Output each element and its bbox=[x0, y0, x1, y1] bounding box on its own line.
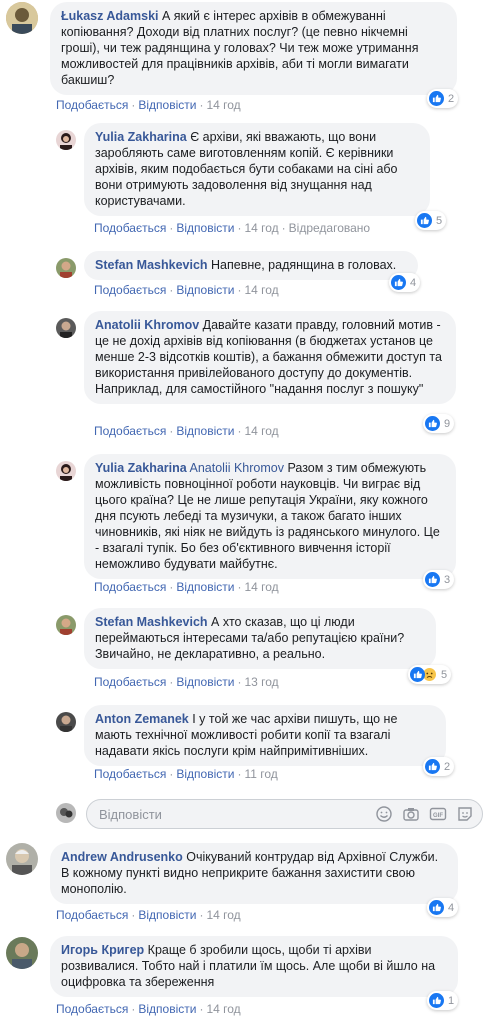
comment-author[interactable]: Łukasz Adamski bbox=[61, 9, 159, 23]
reply-button[interactable]: Відповісти bbox=[176, 283, 234, 297]
like-button[interactable]: Подобається bbox=[56, 98, 128, 112]
avatar[interactable] bbox=[6, 937, 38, 969]
comment-actions: Подобається · Відповісти · 14 год bbox=[94, 580, 279, 594]
reaction-count[interactable]: 3 bbox=[423, 570, 455, 589]
reply-button[interactable]: Відповісти bbox=[176, 675, 234, 689]
comment-author[interactable]: Игорь Кригер bbox=[61, 943, 144, 957]
comment-actions: Подобається · Відповісти · 14 год bbox=[56, 1002, 241, 1016]
like-button[interactable]: Подобається bbox=[94, 580, 166, 594]
timestamp[interactable]: 14 год bbox=[206, 1002, 240, 1016]
like-button[interactable]: Подобається bbox=[94, 767, 166, 781]
like-button[interactable]: Подобається bbox=[94, 221, 166, 235]
comment-bubble: Stefan Mashkevich А хто сказав, що ці лю… bbox=[84, 608, 436, 669]
reaction-count[interactable]: 4 bbox=[427, 898, 459, 917]
timestamp[interactable]: 14 год bbox=[244, 221, 278, 235]
comment-author[interactable]: Stefan Mashkevich bbox=[95, 258, 208, 272]
avatar[interactable] bbox=[56, 615, 76, 635]
comment-author[interactable]: Stefan Mashkevich bbox=[95, 615, 208, 629]
comment-bubble: Игорь Кригер Краще б зробили щось, щоби … bbox=[50, 936, 458, 997]
avatar[interactable] bbox=[56, 461, 76, 481]
timestamp[interactable]: 13 год bbox=[244, 675, 278, 689]
comment-author[interactable]: Yulia Zakharina bbox=[95, 130, 187, 144]
comment-text: Разом з тим обмежують можливість повноці… bbox=[95, 461, 440, 571]
like-icon bbox=[429, 900, 444, 915]
reply-button[interactable]: Відповісти bbox=[176, 424, 234, 438]
timestamp[interactable]: 14 год bbox=[244, 283, 278, 297]
avatar[interactable] bbox=[56, 712, 76, 732]
svg-text:GIF: GIF bbox=[433, 813, 443, 819]
reaction-count[interactable]: 5 bbox=[408, 665, 452, 684]
timestamp[interactable]: 11 год bbox=[244, 767, 277, 781]
like-button[interactable]: Подобається bbox=[56, 908, 128, 922]
like-icon bbox=[391, 275, 406, 290]
comment-author[interactable]: Anatolii Khromov bbox=[95, 318, 199, 332]
like-icon bbox=[425, 416, 440, 431]
avatar[interactable] bbox=[56, 130, 76, 150]
avatar[interactable] bbox=[6, 2, 38, 34]
reaction-count[interactable]: 5 bbox=[415, 211, 447, 230]
like-button[interactable]: Подобається bbox=[94, 675, 166, 689]
timestamp[interactable]: 14 год bbox=[244, 424, 278, 438]
reaction-count[interactable]: 9 bbox=[423, 414, 455, 433]
like-button[interactable]: Подобається bbox=[94, 424, 166, 438]
comment-actions: Подобається · Відповісти · 14 год bbox=[56, 98, 241, 112]
comment-bubble: Stefan Mashkevich Напевне, радянщина в г… bbox=[84, 251, 418, 280]
reply-placeholder: Відповісти bbox=[99, 807, 162, 822]
comment-bubble: Yulia Zakharina Є архіви, які вважають, … bbox=[84, 123, 430, 216]
camera-icon[interactable] bbox=[402, 805, 420, 823]
comment-author[interactable]: Anton Zemanek bbox=[95, 712, 189, 726]
comment-author[interactable]: Yulia Zakharina bbox=[95, 461, 187, 475]
sticker-icon[interactable] bbox=[456, 805, 474, 823]
like-button[interactable]: Подобається bbox=[56, 1002, 128, 1016]
reaction-count[interactable]: 1 bbox=[427, 991, 459, 1010]
comment-bubble: Yulia Zakharina Anatolii Khromov Разом з… bbox=[84, 454, 456, 579]
comment-bubble: Anton Zemanek І у той же час архіви пишу… bbox=[84, 705, 446, 766]
like-button[interactable]: Подобається bbox=[94, 283, 166, 297]
gif-icon[interactable]: GIF bbox=[429, 805, 447, 823]
comment-actions: Подобається · Відповісти · 14 год bbox=[56, 908, 241, 922]
reply-button[interactable]: Відповісти bbox=[176, 221, 234, 235]
avatar[interactable] bbox=[6, 843, 38, 875]
timestamp[interactable]: 14 год bbox=[206, 98, 240, 112]
timestamp[interactable]: 14 год bbox=[206, 908, 240, 922]
reply-button[interactable]: Відповісти bbox=[138, 1002, 196, 1016]
comment-actions: Подобається · Відповісти · 14 год bbox=[94, 424, 279, 438]
like-icon bbox=[410, 667, 425, 682]
like-icon bbox=[429, 993, 444, 1008]
reply-input[interactable]: Відповісти GIF bbox=[86, 799, 483, 829]
reaction-count[interactable]: 2 bbox=[423, 757, 455, 776]
like-icon bbox=[417, 213, 432, 228]
reply-button[interactable]: Відповісти bbox=[138, 908, 196, 922]
edited-label[interactable]: Відредаговано bbox=[289, 221, 370, 235]
timestamp[interactable]: 14 год bbox=[244, 580, 278, 594]
avatar[interactable] bbox=[56, 258, 76, 278]
emoji-icon[interactable] bbox=[375, 805, 393, 823]
like-icon bbox=[425, 572, 440, 587]
comment-bubble: Anatolii Khromov Давайте казати правду, … bbox=[84, 311, 456, 404]
comment-bubble: Andrew Andrusenko Очікуваний контрудар в… bbox=[50, 843, 458, 904]
comment-author[interactable]: Andrew Andrusenko bbox=[61, 850, 183, 864]
comment-bubble: Łukasz Adamski А який є інтерес архівів … bbox=[50, 2, 457, 95]
mention-link[interactable]: Anatolii Khromov bbox=[187, 461, 285, 475]
like-icon bbox=[425, 759, 440, 774]
avatar[interactable] bbox=[56, 318, 76, 338]
reaction-count[interactable]: 2 bbox=[427, 89, 459, 108]
comment-actions: Подобається · Відповісти · 14 год · Відредагов… bbox=[94, 221, 371, 235]
reply-button[interactable]: Відповісти bbox=[138, 98, 196, 112]
like-icon bbox=[429, 91, 444, 106]
current-user-avatar bbox=[56, 803, 76, 823]
comment-actions: Подобається · Відповісти · 11 год bbox=[94, 767, 278, 781]
reply-button[interactable]: Відповісти bbox=[176, 580, 234, 594]
comment-text: Напевне, радянщина в головах. bbox=[207, 258, 397, 272]
reaction-count[interactable]: 4 bbox=[389, 273, 421, 292]
comment-actions: Подобається · Відповісти · 14 год bbox=[94, 283, 279, 297]
reply-button[interactable]: Відповісти bbox=[176, 767, 234, 781]
comment-actions: Подобається · Відповісти · 13 год bbox=[94, 675, 279, 689]
